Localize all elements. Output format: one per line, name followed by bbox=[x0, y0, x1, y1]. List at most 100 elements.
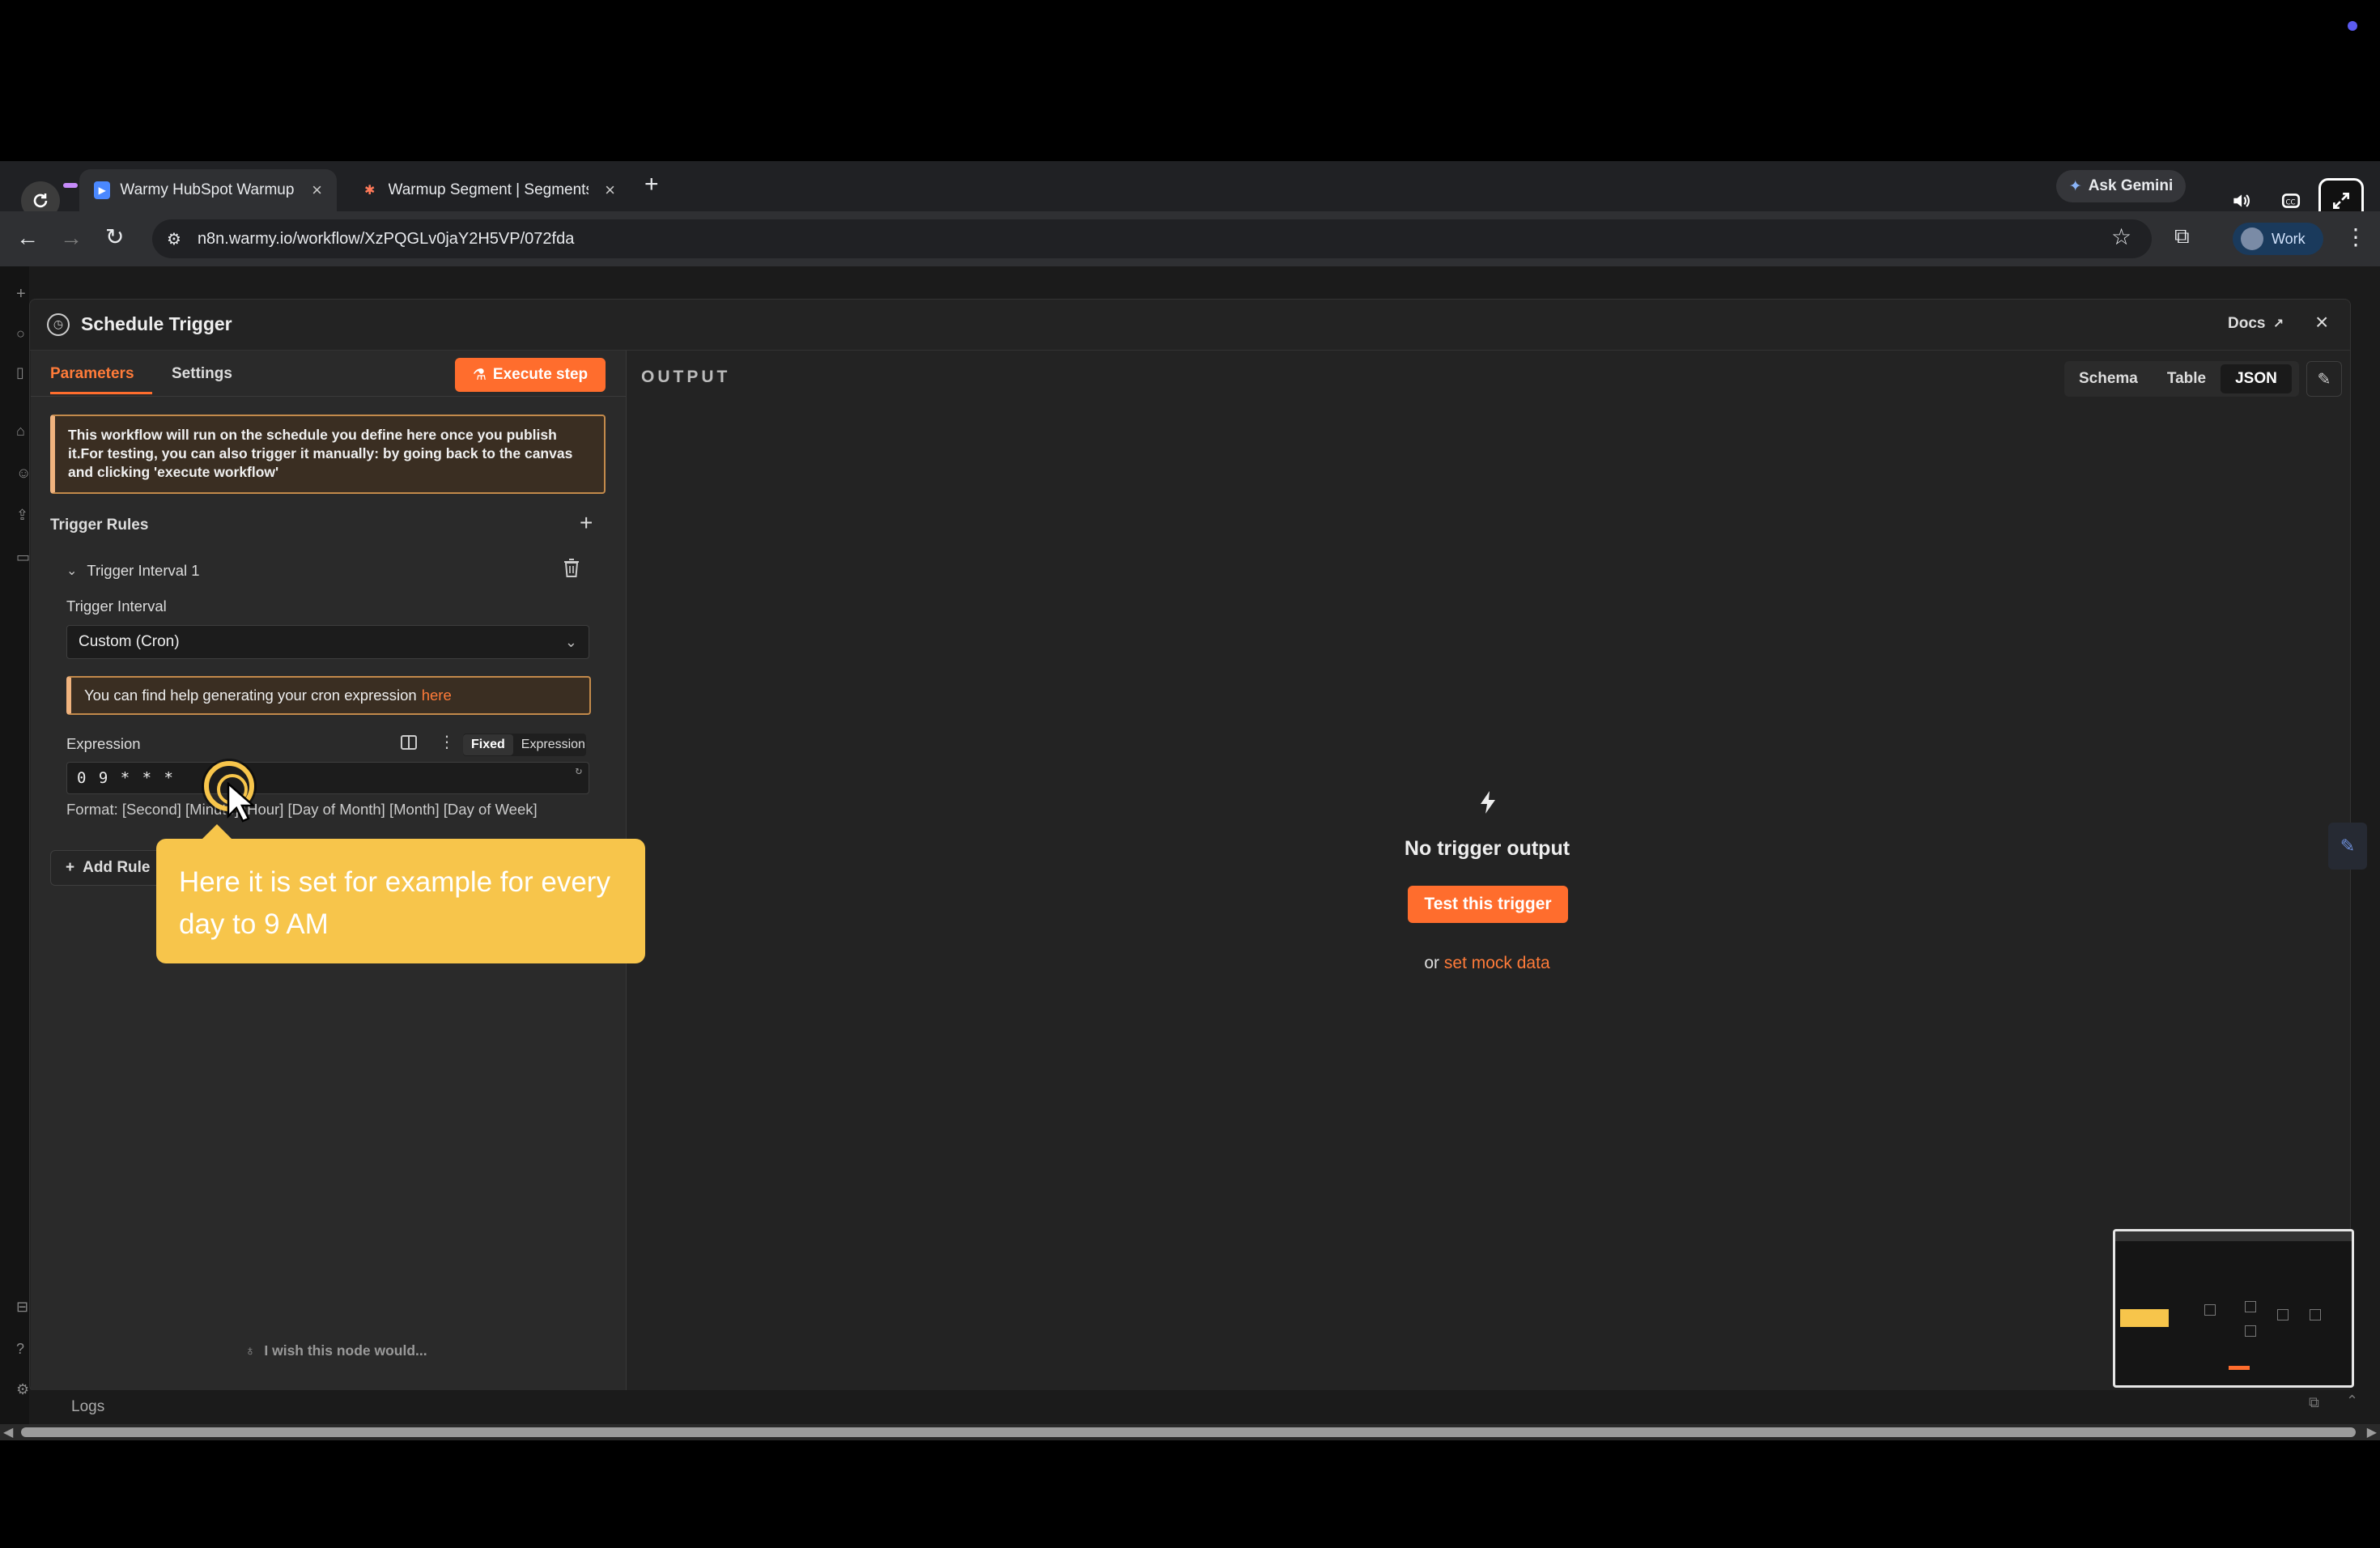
new-tab-icon[interactable]: + bbox=[644, 171, 659, 198]
bookmark-star-icon[interactable]: ☆ bbox=[2111, 223, 2131, 250]
recording-indicator-icon bbox=[2348, 21, 2357, 31]
fixed-expression-toggle[interactable]: Fixed Expression bbox=[463, 734, 586, 756]
sidebar-share-icon[interactable]: ⇪ bbox=[16, 507, 28, 524]
external-link-icon: ↗ bbox=[2272, 317, 2284, 331]
sidebar-search-icon[interactable]: ○ bbox=[16, 325, 25, 342]
no-output-title: No trigger output bbox=[1404, 837, 1570, 860]
sidebar-chat-icon[interactable]: ▭ bbox=[16, 549, 30, 566]
minimap-node bbox=[2245, 1301, 2256, 1312]
tab-title: Warmup Segment | Segments bbox=[388, 181, 589, 198]
scroll-right-icon[interactable]: ▶ bbox=[2367, 1424, 2377, 1440]
delete-rule-icon[interactable] bbox=[562, 557, 581, 582]
horizontal-scrollbar[interactable]: ◀ ▶ bbox=[0, 1424, 2380, 1440]
set-mock-data-link[interactable]: set mock data bbox=[1444, 954, 1550, 972]
node-title: Schedule Trigger bbox=[81, 313, 232, 334]
logs-popout-icon[interactable]: ⧉ bbox=[2309, 1394, 2319, 1411]
side-edit-icon[interactable]: ✎ bbox=[2328, 823, 2367, 870]
cron-help-link[interactable]: here bbox=[422, 687, 452, 704]
profile-work-button[interactable]: Work bbox=[2233, 223, 2323, 255]
minimap-accent bbox=[2229, 1366, 2250, 1370]
active-tab-underline bbox=[50, 392, 152, 394]
ask-gemini-button[interactable]: ✦ Ask Gemini bbox=[2056, 170, 2186, 202]
gemini-sparkle-icon: ✦ bbox=[2068, 177, 2082, 195]
execute-step-button[interactable]: ⚗ Execute step bbox=[455, 358, 606, 392]
minimap-node bbox=[2245, 1325, 2256, 1337]
trigger-interval-item[interactable]: ⌄ Trigger Interval 1 bbox=[50, 554, 606, 588]
resize-handle-icon[interactable]: ↻ bbox=[576, 764, 584, 777]
reload-page-icon[interactable]: ↻ bbox=[105, 223, 124, 250]
tab-title: Warmy HubSpot Warmup R bbox=[120, 181, 296, 198]
scroll-left-icon[interactable]: ◀ bbox=[3, 1424, 13, 1440]
tab-group-indicator bbox=[63, 183, 78, 188]
trigger-interval-select[interactable]: Custom (Cron) ⌄ bbox=[66, 625, 589, 659]
cron-expression-value: 0 9 * * * bbox=[77, 769, 175, 787]
expand-editor-icon[interactable] bbox=[400, 734, 418, 755]
minimap-node bbox=[2204, 1304, 2216, 1316]
tab-parameters[interactable]: Parameters bbox=[50, 365, 134, 383]
sidebar-settings-icon[interactable]: ⚙ bbox=[16, 1381, 29, 1398]
lightning-icon bbox=[1478, 790, 1498, 819]
mock-data-line: or set mock data bbox=[1244, 954, 1730, 973]
avatar bbox=[2241, 228, 2263, 250]
test-trigger-label: Test this trigger bbox=[1424, 895, 1552, 913]
minimap-header bbox=[2115, 1231, 2352, 1241]
view-json[interactable]: JSON bbox=[2221, 364, 2292, 393]
cron-help-text: You can find help generating your cron e… bbox=[84, 687, 417, 704]
schedule-notice: This workflow will run on the schedule y… bbox=[50, 415, 606, 494]
field-options-icon[interactable]: ⋮ bbox=[439, 732, 455, 752]
test-trigger-button[interactable]: Test this trigger bbox=[1408, 886, 1568, 923]
canvas-minimap[interactable] bbox=[2113, 1229, 2354, 1388]
extensions-icon[interactable]: ⧉ bbox=[2174, 223, 2190, 249]
view-table[interactable]: Table bbox=[2153, 364, 2221, 393]
close-modal-icon[interactable]: × bbox=[2315, 309, 2328, 335]
chevron-down-icon: ⌄ bbox=[564, 633, 577, 650]
trigger-rules-label: Trigger Rules bbox=[50, 517, 149, 534]
sidebar-help-icon[interactable]: ? bbox=[16, 1341, 24, 1358]
mode-expression[interactable]: Expression bbox=[513, 734, 593, 755]
scrollbar-thumb[interactable] bbox=[21, 1427, 2356, 1437]
url-text: n8n.warmy.io/workflow/XzPQGLv0jaY2H5VP/0… bbox=[197, 229, 575, 248]
docs-link[interactable]: Docs ↗ bbox=[2228, 315, 2284, 333]
cron-format-hint: Format: [Second] [Minute] [Hour] [Day of… bbox=[66, 801, 538, 818]
chevron-down-icon[interactable]: ⌄ bbox=[66, 563, 77, 579]
feedback-link[interactable]: ♁ I wish this node would... bbox=[162, 1342, 510, 1359]
cron-expression-input[interactable]: 0 9 * * * ↻ bbox=[66, 762, 589, 794]
sidebar-home-icon[interactable]: ⌂ bbox=[16, 423, 25, 440]
hubspot-favicon-icon: ✱ bbox=[364, 184, 376, 198]
execute-step-label: Execute step bbox=[492, 366, 589, 383]
clock-icon: ◷ bbox=[47, 313, 70, 336]
add-trigger-rule-icon[interactable]: + bbox=[580, 510, 593, 536]
sidebar-add-icon[interactable]: + bbox=[16, 285, 26, 304]
tab-settings[interactable]: Settings bbox=[172, 365, 232, 383]
mode-fixed[interactable]: Fixed bbox=[463, 734, 513, 755]
add-rule-button[interactable]: + Add Rule bbox=[50, 850, 172, 886]
output-view-switch[interactable]: Schema Table JSON bbox=[2064, 361, 2299, 397]
address-bar[interactable]: ⚙ n8n.warmy.io/workflow/XzPQGLv0jaY2H5VP… bbox=[152, 219, 2152, 258]
logs-bar[interactable]: Logs bbox=[29, 1390, 2351, 1424]
close-tab-icon[interactable]: × bbox=[605, 180, 615, 201]
lightbulb-icon: ♁ bbox=[244, 1342, 256, 1359]
browser-tab-warmup-segment[interactable]: ✱ Warmup Segment | Segments × bbox=[346, 169, 630, 211]
browser-tab-warmy-hubspot[interactable]: ▶ Warmy HubSpot Warmup R × bbox=[79, 169, 337, 211]
output-label: OUTPUT bbox=[641, 368, 731, 386]
forward-icon[interactable]: → bbox=[60, 225, 83, 251]
view-schema[interactable]: Schema bbox=[2064, 364, 2153, 393]
tooltip-arrow bbox=[201, 824, 233, 840]
site-settings-icon[interactable]: ⚙ bbox=[167, 229, 181, 249]
node-header: ◷ Schedule Trigger bbox=[29, 299, 2351, 351]
browser-menu-icon[interactable]: ⋮ bbox=[2344, 223, 2367, 250]
ask-gemini-label: Ask Gemini bbox=[2088, 177, 2174, 194]
logs-label: Logs bbox=[71, 1398, 105, 1415]
logs-expand-icon[interactable]: ⌃ bbox=[2346, 1393, 2358, 1410]
sidebar-templates-icon[interactable]: ⊟ bbox=[16, 1299, 28, 1316]
sidebar-panel-icon[interactable]: ▯ bbox=[16, 364, 24, 381]
n8n-favicon-icon: ▶ bbox=[94, 181, 111, 199]
plus-icon: + bbox=[66, 859, 75, 876]
edit-output-button[interactable]: ✎ bbox=[2306, 361, 2342, 397]
close-tab-icon[interactable]: × bbox=[312, 180, 322, 201]
mock-prefix: or bbox=[1424, 954, 1440, 972]
output-panel bbox=[627, 351, 2350, 1390]
left-sidebar-rail bbox=[0, 266, 29, 1424]
minimap-highlight bbox=[2120, 1309, 2169, 1327]
back-icon[interactable]: ← bbox=[16, 225, 39, 251]
